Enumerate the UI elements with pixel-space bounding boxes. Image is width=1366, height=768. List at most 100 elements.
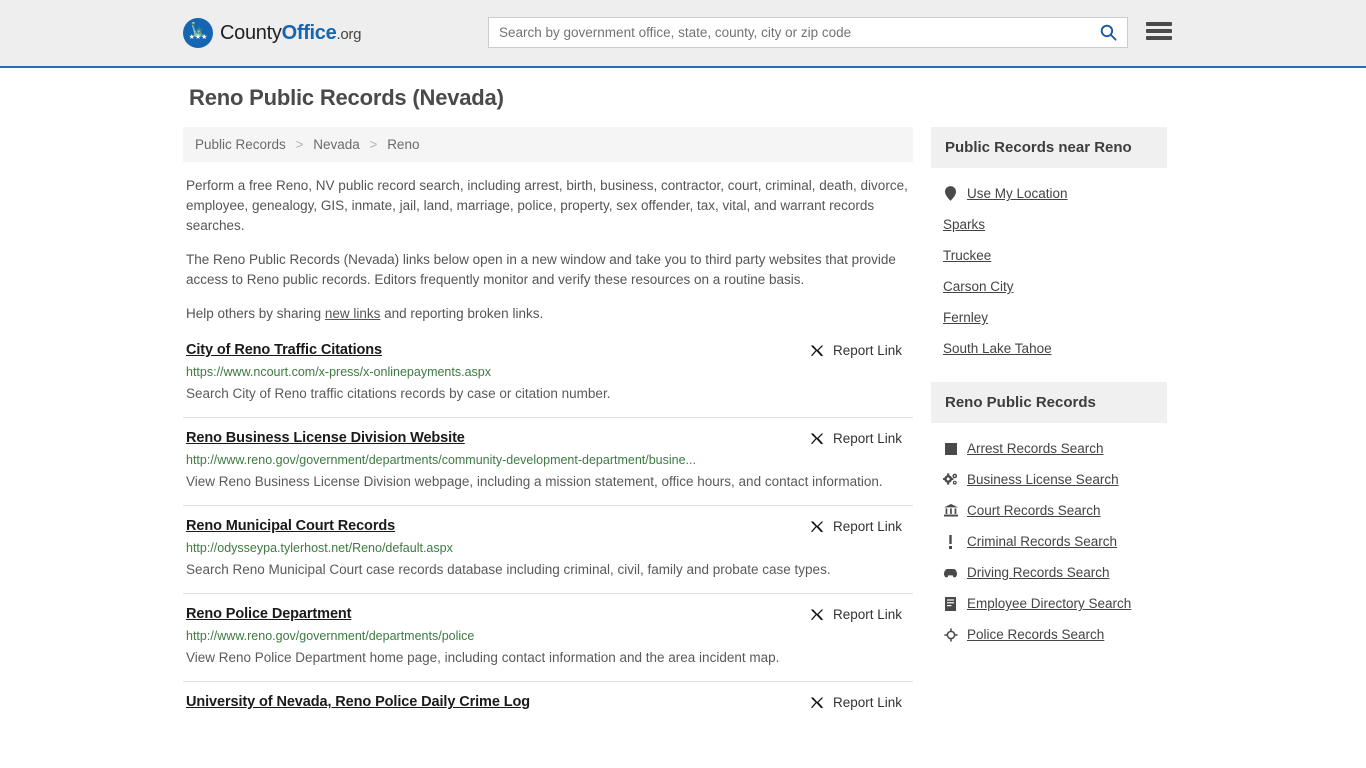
result-header: University of Nevada, Reno Police Daily … <box>186 694 910 710</box>
search-bar[interactable] <box>488 17 1128 48</box>
report-link-label: Report Link <box>832 431 902 446</box>
sidebar-item-court-records-search[interactable]: Court Records Search <box>931 495 1167 526</box>
broken-link-icon <box>809 520 825 534</box>
new-links-link[interactable]: new links <box>325 306 381 321</box>
sidebar-nearby-list: Use My Location Sparks Truckee Carson Ci… <box>931 168 1167 368</box>
content-columns: Public Records > Nevada > Reno Perform a… <box>183 127 1183 722</box>
page-container: Reno Public Records (Nevada) Public Reco… <box>183 68 1183 722</box>
report-link-button[interactable]: Report Link <box>809 431 910 446</box>
results-list: City of Reno Traffic Citations Report Li… <box>183 338 913 722</box>
result-description: Search City of Reno traffic citations re… <box>186 386 611 401</box>
result-item: Reno Police Department Report Link http:… <box>183 593 913 681</box>
sidebar-item-truckee[interactable]: Truckee <box>931 240 1167 271</box>
sidebar-item-carson-city[interactable]: Carson City <box>931 271 1167 302</box>
result-title-link[interactable]: Reno Police Department <box>186 606 352 622</box>
police-badge-icon <box>943 627 958 642</box>
report-link-label: Report Link <box>832 519 902 534</box>
sidebar-item-south-lake-tahoe[interactable]: South Lake Tahoe <box>931 333 1167 364</box>
breadcrumb-separator: > <box>295 137 304 152</box>
sidebar-item-business-license-search[interactable]: Business License Search <box>931 464 1167 495</box>
sidebar-records-box: Reno Public Records Arrest Records Searc… <box>931 382 1167 654</box>
sidebar-item-label: Business License Search <box>967 472 1119 487</box>
result-description: View Reno Business License Division webp… <box>186 474 883 489</box>
brand-office: Office <box>281 21 337 44</box>
sidebar-item-label: Use My Location <box>967 186 1068 201</box>
brand-org: .org <box>336 25 362 43</box>
intro-paragraph-1: Perform a free Reno, NV public record se… <box>186 178 908 233</box>
result-url: http://www.reno.gov/government/departmen… <box>186 629 475 643</box>
sidebar-item-fernley[interactable]: Fernley <box>931 302 1167 333</box>
intro-paragraph-3: Help others by sharing new links and rep… <box>183 304 913 324</box>
result-url: http://www.reno.gov/government/departmen… <box>186 453 696 467</box>
sidebar-item-sparks[interactable]: Sparks <box>931 209 1167 240</box>
hamburger-bar <box>1146 36 1172 40</box>
intro-text: Perform a free Reno, NV public record se… <box>183 176 913 324</box>
site-header: 🗽 ★★★ CountyOffice.org <box>0 0 1366 68</box>
breadcrumb-separator: > <box>369 137 378 152</box>
book-icon <box>943 596 958 611</box>
intro-paragraph-2: The Reno Public Records (Nevada) links b… <box>186 252 896 287</box>
result-item: City of Reno Traffic Citations Report Li… <box>183 338 913 417</box>
report-link-button[interactable]: Report Link <box>809 695 910 710</box>
result-header: Reno Municipal Court Records Report Link <box>186 518 910 534</box>
sidebar-nearby-heading: Public Records near Reno <box>931 127 1167 168</box>
page-title: Reno Public Records (Nevada) <box>189 85 504 110</box>
broken-link-icon <box>809 608 825 622</box>
sidebar-item-driving-records-search[interactable]: Driving Records Search <box>931 557 1167 588</box>
gears-icon <box>943 473 958 486</box>
sidebar-item-employee-directory-search[interactable]: Employee Directory Search <box>931 588 1167 619</box>
result-title-link[interactable]: City of Reno Traffic Citations <box>186 342 382 358</box>
sidebar-item-label: Fernley <box>943 310 989 325</box>
sidebar-item-label: Employee Directory Search <box>967 596 1132 611</box>
report-link-label: Report Link <box>832 695 902 710</box>
breadcrumb: Public Records > Nevada > Reno <box>183 127 913 162</box>
sidebar-item-label: Police Records Search <box>967 627 1105 642</box>
header-inner: 🗽 ★★★ CountyOffice.org <box>183 0 1183 66</box>
brand-wordmark: CountyOffice.org <box>220 22 361 45</box>
result-title-link[interactable]: University of Nevada, Reno Police Daily … <box>186 694 530 710</box>
hamburger-menu-icon[interactable] <box>1146 20 1172 42</box>
sidebar: Public Records near Reno Use My Location… <box>931 127 1167 668</box>
broken-link-icon <box>809 344 825 358</box>
breadcrumb-item-public-records[interactable]: Public Records <box>195 137 286 152</box>
sidebar-item-label: Sparks <box>943 217 986 232</box>
site-logo-link[interactable]: 🗽 ★★★ CountyOffice.org <box>183 18 361 48</box>
car-icon <box>943 567 958 578</box>
result-title-link[interactable]: Reno Municipal Court Records <box>186 518 395 534</box>
result-title-link[interactable]: Reno Business License Division Website <box>186 430 465 446</box>
search-button[interactable] <box>1089 18 1127 47</box>
result-description: View Reno Police Department home page, i… <box>186 650 780 665</box>
result-header: City of Reno Traffic Citations Report Li… <box>186 342 910 358</box>
sidebar-item-label: Truckee <box>943 248 992 263</box>
intro-p3-suffix: and reporting broken links. <box>380 306 544 321</box>
sidebar-item-use-my-location[interactable]: Use My Location <box>931 178 1167 209</box>
sidebar-item-label: Carson City <box>943 279 1014 294</box>
sidebar-item-label: Criminal Records Search <box>967 534 1118 549</box>
result-description: Search Reno Municipal Court case records… <box>186 562 831 577</box>
sidebar-item-label: Court Records Search <box>967 503 1101 518</box>
result-item: Reno Municipal Court Records Report Link <box>183 505 913 593</box>
breadcrumb-item-nevada[interactable]: Nevada <box>313 137 360 152</box>
report-link-button[interactable]: Report Link <box>809 607 910 622</box>
report-link-button[interactable]: Report Link <box>809 519 910 534</box>
report-link-button[interactable]: Report Link <box>809 343 910 358</box>
brand-county: County <box>220 21 282 44</box>
sidebar-item-label: Driving Records Search <box>967 565 1110 580</box>
result-item: University of Nevada, Reno Police Daily … <box>183 681 913 722</box>
sidebar-nearby-box: Public Records near Reno Use My Location… <box>931 127 1167 368</box>
result-header: Reno Business License Division Website R… <box>186 430 910 446</box>
sidebar-item-police-records-search[interactable]: Police Records Search <box>931 619 1167 650</box>
result-url: https://www.ncourt.com/x-press/x-onlinep… <box>186 365 491 379</box>
main-column: Public Records > Nevada > Reno Perform a… <box>183 127 913 722</box>
sidebar-item-arrest-records-search[interactable]: Arrest Records Search <box>931 433 1167 464</box>
search-input[interactable] <box>489 18 1089 47</box>
sidebar-item-criminal-records-search[interactable]: Criminal Records Search <box>931 526 1167 557</box>
search-icon <box>1099 23 1118 42</box>
map-pin-icon <box>943 186 958 201</box>
sidebar-item-label: Arrest Records Search <box>967 441 1104 456</box>
report-link-label: Report Link <box>832 607 902 622</box>
eagle-stars-logo-icon: 🗽 ★★★ <box>183 18 213 48</box>
broken-link-icon <box>809 432 825 446</box>
result-item: Reno Business License Division Website R… <box>183 417 913 505</box>
square-icon <box>943 442 958 455</box>
